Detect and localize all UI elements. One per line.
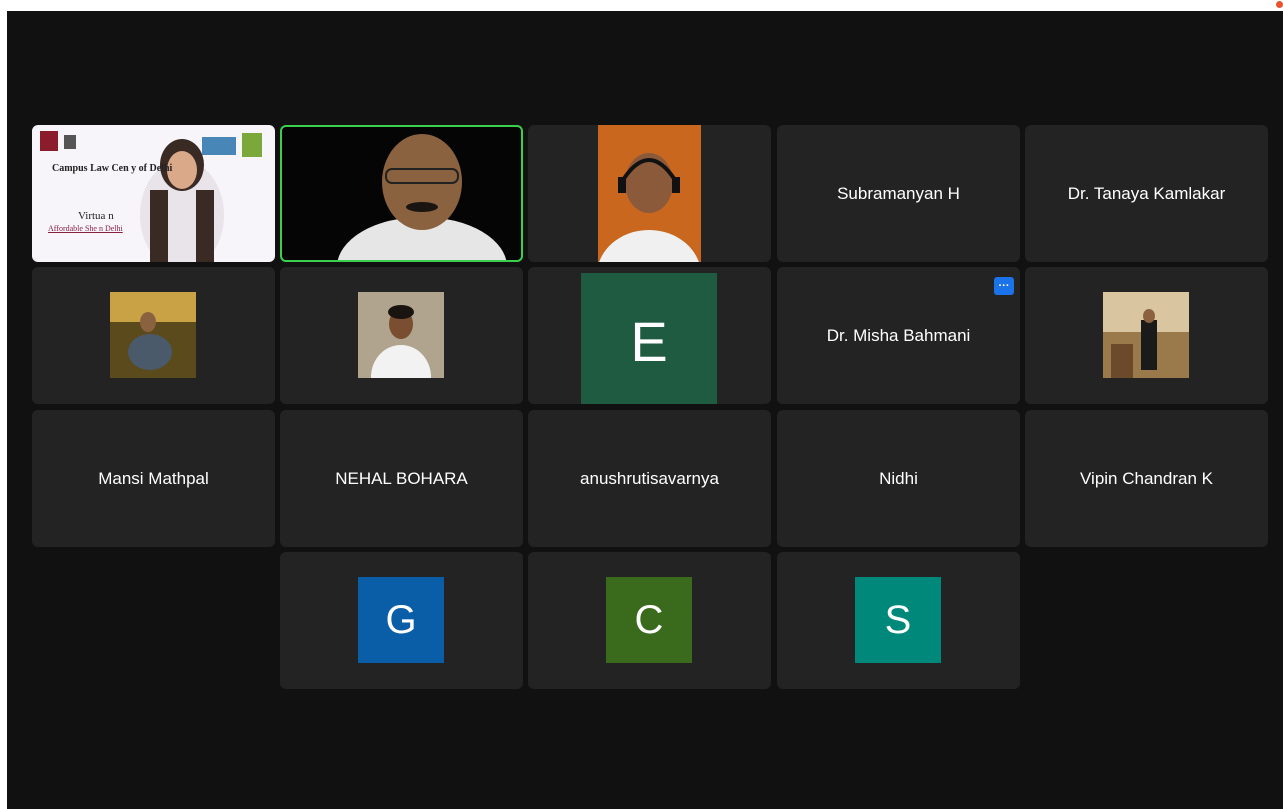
video-feed bbox=[598, 125, 701, 262]
participant-tile-g[interactable]: G bbox=[280, 552, 523, 689]
participant-tile-tanaya[interactable]: Dr. Tanaya Kamlakar bbox=[1025, 125, 1268, 262]
avatar-initial: S bbox=[855, 577, 941, 663]
participant-tile-anushruti[interactable]: anushrutisavarnya bbox=[528, 410, 771, 547]
participant-name: NEHAL BOHARA bbox=[335, 468, 468, 488]
video-feed bbox=[337, 134, 507, 260]
participant-tile-mansi[interactable]: Mansi Mathpal bbox=[32, 410, 275, 547]
profile-photo bbox=[110, 292, 196, 378]
participant-name: anushrutisavarnya bbox=[580, 468, 719, 488]
participant-tile-slide[interactable]: Campus Law Cen y of Delhi Virtua n Affor… bbox=[32, 125, 275, 262]
slide-link: Affordable She n Delhi bbox=[48, 224, 123, 233]
profile-photo bbox=[358, 292, 444, 378]
participant-tile-subramanyan[interactable]: Subramanyan H bbox=[777, 125, 1020, 262]
slide-subtitle: Virtua n bbox=[78, 210, 114, 222]
video-grid: Campus Law Cen y of Delhi Virtua n Affor… bbox=[7, 11, 1283, 809]
participant-tile-misha[interactable]: ··· Dr. Misha Bahmani bbox=[777, 267, 1020, 404]
participant-tile-10[interactable] bbox=[1025, 267, 1268, 404]
participant-name: Vipin Chandran K bbox=[1080, 468, 1213, 488]
profile-photo bbox=[1103, 292, 1189, 378]
avatar-initial: C bbox=[606, 577, 692, 663]
slide-title: Campus Law Cen y of Delhi bbox=[52, 163, 173, 174]
avatar-initial: E bbox=[581, 273, 717, 404]
participant-tile-3[interactable] bbox=[528, 125, 771, 262]
avatar-initial: G bbox=[358, 577, 444, 663]
participant-name: Nidhi bbox=[879, 468, 918, 488]
participant-tile-s[interactable]: S bbox=[777, 552, 1020, 689]
recording-indicator-icon bbox=[1276, 1, 1283, 8]
participant-tile-active-speaker[interactable] bbox=[280, 125, 523, 262]
participant-tile-vipin[interactable]: Vipin Chandran K bbox=[1025, 410, 1268, 547]
more-options-button[interactable]: ··· bbox=[994, 277, 1014, 295]
participant-tile-c[interactable]: C bbox=[528, 552, 771, 689]
participant-tile-7[interactable] bbox=[280, 267, 523, 404]
participant-name: Subramanyan H bbox=[837, 183, 960, 203]
participant-tile-e[interactable]: E bbox=[528, 267, 771, 404]
participant-tile-nidhi[interactable]: Nidhi bbox=[777, 410, 1020, 547]
participant-name: Dr. Misha Bahmani bbox=[826, 325, 971, 345]
participant-tile-6[interactable] bbox=[32, 267, 275, 404]
participant-name: Mansi Mathpal bbox=[98, 468, 209, 488]
participant-tile-nehal[interactable]: NEHAL BOHARA bbox=[280, 410, 523, 547]
participant-name: Dr. Tanaya Kamlakar bbox=[1067, 183, 1226, 203]
presentation-slide-image bbox=[40, 131, 262, 262]
